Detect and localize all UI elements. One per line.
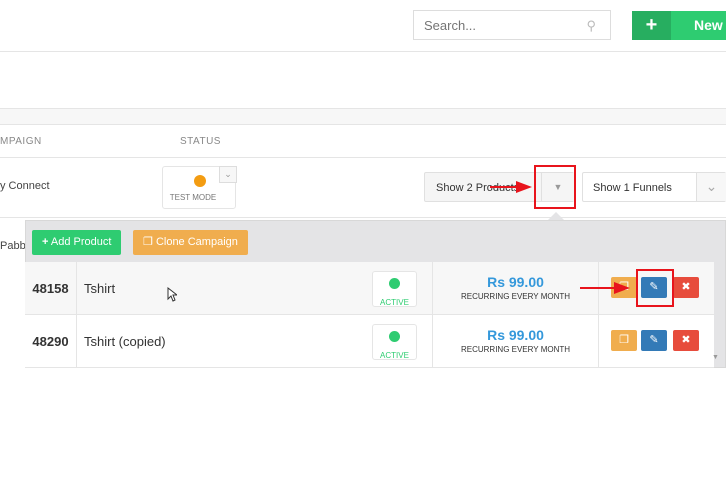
divider [0,157,726,158]
status-dot [389,278,400,289]
annotation-highlight [534,165,576,209]
price-amount: Rs 99.00 [487,327,544,343]
product-price: Rs 99.00 RECURRING EVERY MONTH [433,327,598,354]
chevron-down-icon[interactable]: ⌄ [696,173,726,201]
divider [598,315,599,368]
campaign-name[interactable]: Pabbl [0,240,28,252]
status-dot [194,175,206,187]
copy-button[interactable]: ❐ [611,330,637,351]
product-id: 48158 [25,262,77,315]
product-id: 48290 [25,315,77,368]
annotation-arrow [580,282,630,294]
status-badge: ACTIVE [372,271,417,307]
delete-button[interactable]: ✖ [673,330,699,351]
product-row: 48290 Tshirt (copied) ACTIVE Rs 99.00 REC… [25,315,714,368]
annotation-highlight [636,269,674,307]
status-dropdown[interactable]: TEST MODE ⌄ [162,166,237,209]
chevron-down-icon[interactable]: ⌄ [219,166,237,183]
scroll-down-arrow[interactable]: ▼ [712,354,719,361]
section-band [0,108,726,125]
mouse-cursor-icon [167,287,177,302]
top-header [0,0,726,52]
funnels-select[interactable]: Show 1 Funnels ⌄ [582,172,726,202]
funnels-select-label: Show 1 Funnels [593,182,672,194]
clone-campaign-button[interactable]: ❐ Clone Campaign [133,230,248,255]
search-icon: ⚲ [586,18,596,33]
annotation-arrow [490,181,532,193]
status-badge: ACTIVE [372,324,417,360]
add-product-button[interactable]: + Add Product [32,230,122,255]
status-dot [389,331,400,342]
clone-campaign-label: Clone Campaign [155,236,238,248]
status-label: ACTIVE [380,298,409,307]
new-button-label: New [694,17,723,33]
product-price: Rs 99.00 RECURRING EVERY MONTH [433,274,598,301]
product-name: Tshirt (copied) [84,334,166,349]
edit-button[interactable]: ✎ [641,330,667,351]
column-header-campaign: MPAIGN [0,136,42,147]
clone-icon: ❐ [143,236,153,248]
plus-icon: + [42,236,49,248]
delete-button[interactable]: ✖ [673,277,699,298]
new-campaign-button[interactable]: + New [632,11,726,40]
campaign-name[interactable]: y Connect [0,180,50,192]
price-recurring: RECURRING EVERY MONTH [460,345,571,354]
price-amount: Rs 99.00 [487,274,544,290]
divider [0,217,726,218]
search-box[interactable]: ⚲ [413,10,611,40]
price-recurring: RECURRING EVERY MONTH [460,292,571,301]
product-name: Tshirt [84,281,116,296]
add-product-label: Add Product [50,236,112,248]
status-label: TEST MODE [169,193,217,202]
status-label: ACTIVE [380,351,409,360]
column-header-status: STATUS [180,136,221,147]
search-input[interactable] [414,11,574,39]
plus-icon: + [632,11,671,40]
